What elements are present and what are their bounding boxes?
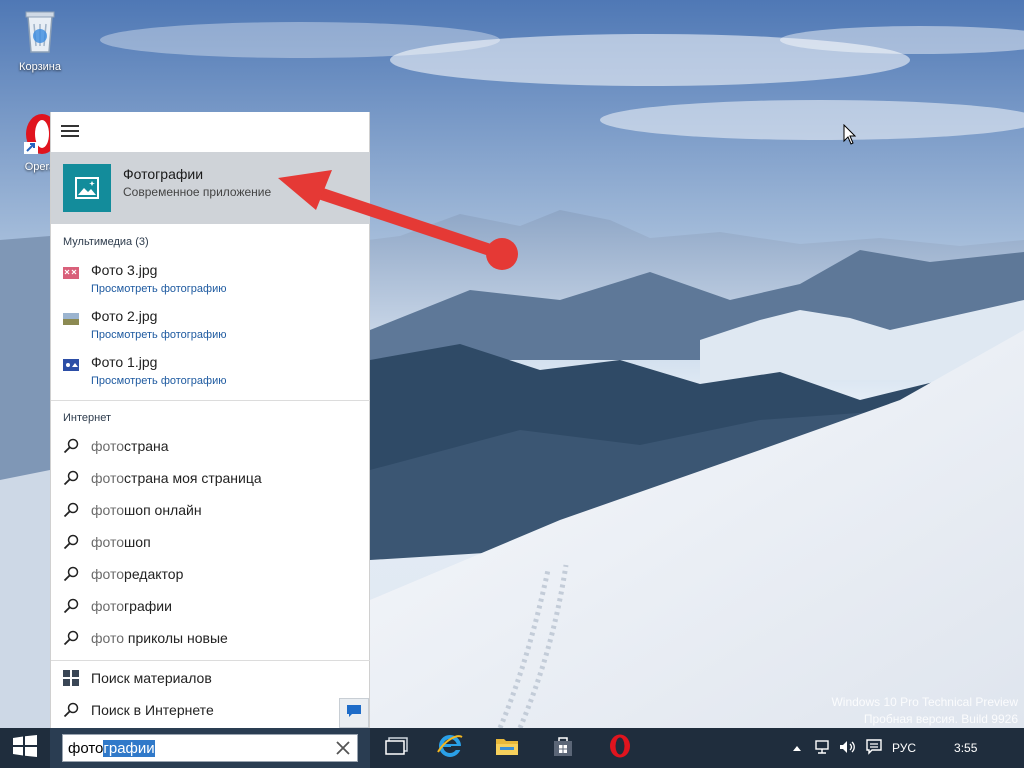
photos-app-icon <box>63 164 111 212</box>
web-suggestion-item[interactable]: фотострана моя страница <box>51 464 370 494</box>
desktop-icon-recycle-bin[interactable]: Корзина <box>2 6 78 73</box>
volume-icon[interactable] <box>838 739 856 758</box>
suggestion-typed-part: фото <box>91 598 125 614</box>
section-divider <box>51 660 370 661</box>
media-group-heading: Мультимедиа (3) <box>63 236 149 248</box>
input-language-indicator[interactable]: РУС <box>892 741 916 755</box>
best-match-title-rest: графии <box>155 166 204 182</box>
store-bag-icon <box>552 735 574 762</box>
suggestion-completion: страна моя страница <box>124 470 262 486</box>
recycle-bin-icon <box>2 6 78 59</box>
search-autocomplete-selection: графии <box>103 740 155 757</box>
internet-explorer-icon <box>437 734 463 763</box>
suggestion-completion: шоп онлайн <box>124 502 202 518</box>
best-match-title: Фотографии <box>123 166 203 182</box>
mouse-pointer-icon <box>843 123 857 151</box>
desktop-icon-label: Корзина <box>19 61 61 73</box>
store-button[interactable] <box>538 728 588 768</box>
web-suggestion-item[interactable]: фоторедактор <box>51 560 370 590</box>
chevron-up-icon[interactable] <box>792 741 802 755</box>
suggestion-typed-part: фото <box>91 438 125 454</box>
best-match-subtitle: Современное приложение <box>123 185 272 199</box>
photo-thumbnail-icon <box>63 358 79 371</box>
windows-watermark: Windows 10 Pro Technical Preview Пробная… <box>831 694 1018 728</box>
web-suggestion-text: фотографии <box>91 598 172 614</box>
hamburger-menu-button[interactable] <box>59 120 81 142</box>
web-suggestion-text: фотошоп онлайн <box>91 502 202 518</box>
media-file-action: Просмотреть фотографию <box>91 283 227 295</box>
suggestion-completion: редактор <box>124 566 184 582</box>
web-suggestion-item[interactable]: фото приколы новые <box>51 624 370 654</box>
watermark-line-build: Пробная версия. Build 9926 <box>863 712 1018 726</box>
web-suggestion-text: фотострана <box>91 438 169 454</box>
web-suggestion-text: фото приколы новые <box>91 630 228 646</box>
search-icon <box>63 566 79 587</box>
suggestion-typed-part: фото <box>91 630 125 646</box>
red-arrow-annotation <box>270 168 530 277</box>
web-suggestion-text: фоторедактор <box>91 566 183 582</box>
web-suggestion-item[interactable]: фотострана <box>51 432 370 462</box>
task-view-button[interactable] <box>372 728 422 768</box>
watermark-line-edition: Windows 10 Pro Technical Preview <box>831 695 1018 709</box>
file-explorer-button[interactable] <box>482 728 532 768</box>
speech-bubble-icon <box>346 704 362 723</box>
taskbar-search-area: фотографии <box>50 728 370 768</box>
network-icon[interactable] <box>814 739 830 758</box>
media-file-action: Просмотреть фотографию <box>91 329 227 341</box>
media-result-item[interactable]: Фото 2.jpg Просмотреть фотографию <box>51 304 370 350</box>
search-icon <box>63 534 79 555</box>
suggestion-completion: графии <box>124 598 172 614</box>
media-file-name: Фото 2.jpg <box>91 308 158 324</box>
opera-taskbar-button[interactable] <box>595 728 645 768</box>
folder-icon <box>495 736 519 761</box>
search-content-button[interactable]: Поиск материалов <box>51 662 370 694</box>
suggestion-typed-part: фото <box>91 470 125 486</box>
web-suggestion-item[interactable]: фотошоп <box>51 528 370 558</box>
media-result-item[interactable]: Фото 1.jpg Просмотреть фотографию <box>51 350 370 396</box>
opera-icon <box>609 734 631 763</box>
task-view-icon <box>385 736 409 760</box>
media-file-action: Просмотреть фотографию <box>91 375 227 387</box>
web-group-heading: Интернет <box>63 412 111 424</box>
media-file-name: Фото 3.jpg <box>91 262 158 278</box>
action-center-icon[interactable] <box>866 738 882 758</box>
web-suggestion-item[interactable]: фотографии <box>51 592 370 622</box>
suggestion-typed-part: фото <box>91 534 125 550</box>
windows-logo-icon <box>13 734 37 762</box>
search-icon <box>63 502 79 523</box>
suggestion-typed-part: фото <box>91 566 125 582</box>
search-web-button[interactable]: Поиск в Интернете <box>51 694 370 726</box>
search-icon <box>63 438 79 459</box>
taskbar: фотографии РУС 3:55 <box>0 728 1024 768</box>
suggestion-completion: шоп <box>124 534 151 550</box>
best-match-title-typed: Фото <box>123 166 156 182</box>
internet-explorer-button[interactable] <box>425 728 475 768</box>
feedback-button[interactable] <box>339 698 369 728</box>
start-button[interactable] <box>0 728 50 768</box>
search-icon <box>63 598 79 619</box>
media-file-name: Фото 1.jpg <box>91 354 158 370</box>
taskbar-search-input[interactable]: фотографии <box>62 734 358 762</box>
clock[interactable]: 3:55 <box>954 741 977 755</box>
web-suggestion-text: фотошоп <box>91 534 151 550</box>
suggestion-completion: приколы новые <box>124 630 228 646</box>
search-icon <box>63 470 79 491</box>
search-typed-text: фото <box>68 740 104 757</box>
clear-search-icon[interactable] <box>333 738 353 758</box>
system-tray: РУС 3:55 <box>792 728 977 768</box>
search-input-text: фотографии <box>68 740 155 757</box>
photo-thumbnail-icon <box>63 312 79 325</box>
search-content-label: Поиск материалов <box>91 670 212 686</box>
suggestion-completion: страна <box>124 438 169 454</box>
photo-thumbnail-icon <box>63 266 79 279</box>
search-web-label: Поиск в Интернете <box>91 702 214 718</box>
windows-logo-icon <box>63 670 79 691</box>
web-suggestion-item[interactable]: фотошоп онлайн <box>51 496 370 526</box>
search-icon <box>63 702 79 723</box>
search-icon <box>63 630 79 651</box>
web-suggestion-text: фотострана моя страница <box>91 470 262 486</box>
section-divider <box>51 400 370 401</box>
suggestion-typed-part: фото <box>91 502 125 518</box>
